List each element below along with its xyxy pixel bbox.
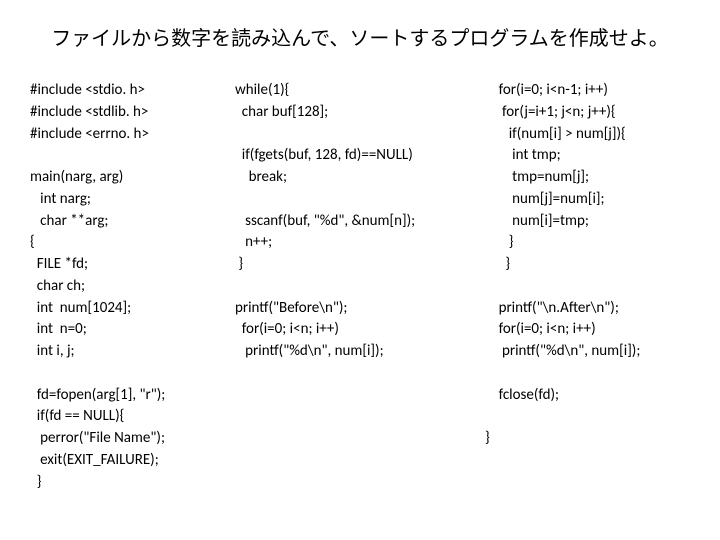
code-col-1: #include <stdio. h> #include <stdlib. h>… (30, 80, 235, 493)
code-col-3: for(i=0; i<n-1; i++) for(j=i+1; j<n; j++… (485, 80, 700, 450)
code-columns: #include <stdio. h> #include <stdlib. h>… (30, 80, 700, 520)
slide: ファイルから数字を読み込んで、ソートするプログラムを作成せよ。 #include… (0, 0, 720, 540)
code-col-2: while(1){ char buf[128]; if(fgets(buf, 1… (235, 80, 485, 363)
slide-title: ファイルから数字を読み込んで、ソートするプログラムを作成せよ。 (0, 22, 720, 51)
